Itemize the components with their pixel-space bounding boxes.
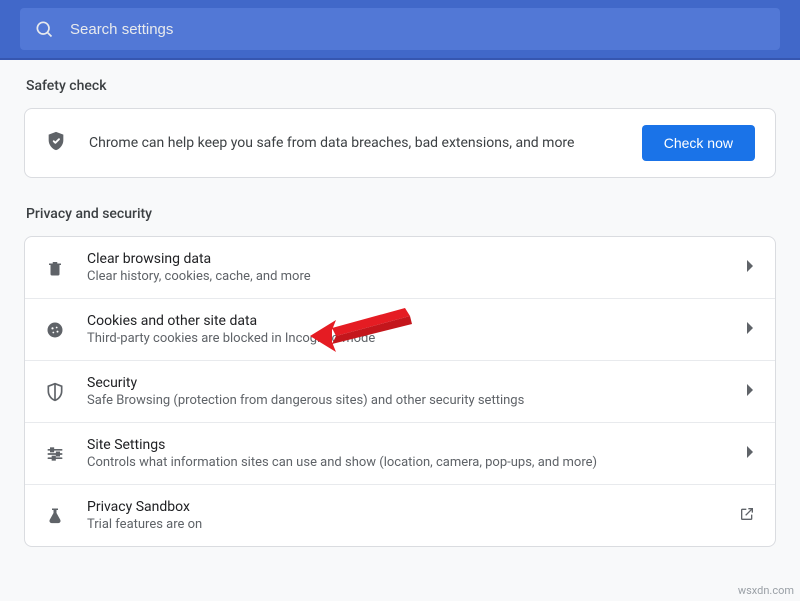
shield-icon (45, 382, 65, 402)
row-title: Cookies and other site data (87, 313, 725, 329)
open-in-new-icon (739, 506, 755, 526)
row-subtitle: Third-party cookies are blocked in Incog… (87, 331, 725, 346)
search-input[interactable] (70, 21, 766, 38)
row-labels: Privacy Sandbox Trial features are on (87, 499, 717, 532)
privacy-sandbox-row[interactable]: Privacy Sandbox Trial features are on (25, 484, 775, 546)
row-labels: Cookies and other site data Third-party … (87, 313, 725, 346)
row-labels: Site Settings Controls what information … (87, 437, 725, 470)
trash-icon (45, 259, 65, 277)
clear-browsing-data-row[interactable]: Clear browsing data Clear history, cooki… (25, 237, 775, 298)
search-field[interactable] (20, 8, 780, 50)
row-title: Security (87, 375, 725, 391)
flask-icon (45, 506, 65, 526)
security-row[interactable]: Security Safe Browsing (protection from … (25, 360, 775, 422)
search-icon (34, 19, 54, 39)
row-subtitle: Safe Browsing (protection from dangerous… (87, 393, 725, 408)
tune-icon (45, 444, 65, 464)
row-labels: Clear browsing data Clear history, cooki… (87, 251, 725, 284)
row-title: Site Settings (87, 437, 725, 453)
site-settings-row[interactable]: Site Settings Controls what information … (25, 422, 775, 484)
safety-check-text: Chrome can help keep you safe from data … (89, 135, 620, 151)
privacy-security-card: Clear browsing data Clear history, cooki… (24, 236, 776, 547)
row-subtitle: Trial features are on (87, 517, 717, 532)
shield-check-icon (45, 130, 67, 156)
settings-content: Safety check Chrome can help keep you sa… (0, 60, 800, 547)
cookies-row[interactable]: Cookies and other site data Third-party … (25, 298, 775, 360)
safety-check-row: Chrome can help keep you safe from data … (25, 109, 775, 177)
safety-check-card: Chrome can help keep you safe from data … (24, 108, 776, 178)
chevron-right-icon (747, 446, 755, 462)
chevron-right-icon (747, 260, 755, 276)
chevron-right-icon (747, 322, 755, 338)
row-labels: Security Safe Browsing (protection from … (87, 375, 725, 408)
privacy-security-heading: Privacy and security (26, 206, 776, 222)
cookie-icon (45, 320, 65, 340)
row-title: Clear browsing data (87, 251, 725, 267)
row-title: Privacy Sandbox (87, 499, 717, 515)
row-subtitle: Controls what information sites can use … (87, 455, 725, 470)
search-bar (0, 0, 800, 60)
check-now-button[interactable]: Check now (642, 125, 755, 161)
safety-check-heading: Safety check (26, 78, 776, 94)
chevron-right-icon (747, 384, 755, 400)
row-subtitle: Clear history, cookies, cache, and more (87, 269, 725, 284)
watermark: wsxdn.com (738, 584, 794, 597)
